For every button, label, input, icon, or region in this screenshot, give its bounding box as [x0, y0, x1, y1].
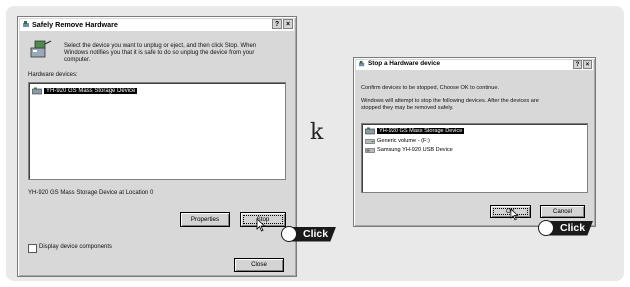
help-button[interactable]: ?: [272, 19, 282, 29]
title-bar: Stop a Hardware device ? ×: [356, 60, 593, 70]
storage-device-icon: [365, 127, 375, 134]
safely-remove-hardware-dialog: Safely Remove Hardware ? × Select the de…: [17, 16, 297, 277]
drive-icon: [365, 138, 375, 144]
mouse-cursor-icon: [256, 218, 266, 232]
properties-button[interactable]: Properties: [180, 212, 230, 227]
attempt-line-2: stopped they may be removed safely.: [361, 105, 454, 111]
list-item[interactable]: YH-920 GS Mass Storage Device: [32, 86, 138, 95]
instruction-line-2: Windows notifies you that it is safe to …: [64, 50, 255, 56]
devices-to-stop-list[interactable]: YH-920 GS Mass Storage Device Generic vo…: [361, 123, 588, 193]
click-ring-icon: [281, 226, 297, 242]
title-bar: Safely Remove Hardware ? ×: [20, 19, 294, 31]
click-callout-left: Click: [281, 226, 337, 242]
properties-button-label: Properties: [190, 216, 220, 223]
list-item[interactable]: YH-920 GS Mass Storage Device: [365, 126, 465, 135]
hardware-devices-list[interactable]: YH-920 GS Mass Storage Device: [28, 82, 286, 180]
hardware-icon: [23, 21, 29, 27]
storage-device-icon: [32, 87, 42, 94]
device-name: YH-920 GS Mass Storage Device: [44, 87, 138, 94]
click-callout-right: Click: [538, 220, 594, 236]
display-components-label: Display device components: [39, 244, 113, 250]
plug-device-icon: [30, 40, 52, 58]
mouse-cursor-icon: [510, 208, 519, 221]
device-name: Samsung YH-920 USB Device: [377, 146, 453, 153]
help-button[interactable]: ?: [573, 60, 582, 69]
list-item[interactable]: Samsung YH-920 USB Device: [365, 145, 453, 154]
list-item[interactable]: Generic volume - (F:): [365, 136, 430, 145]
hardware-icon: [358, 60, 365, 67]
stray-character: k: [310, 120, 324, 145]
instruction-line-3: computer.: [64, 57, 91, 63]
close-button-label: Close: [251, 261, 267, 268]
checkbox[interactable]: [28, 244, 37, 253]
close-window-button[interactable]: ×: [283, 19, 293, 29]
confirm-text: Confirm devices to be stopped, Choose OK…: [361, 85, 500, 91]
device-name: Generic volume - (F:): [377, 137, 430, 144]
click-ring-icon: [538, 220, 554, 236]
device-name: YH-920 GS Mass Storage Device: [377, 127, 465, 134]
close-button[interactable]: Close: [234, 258, 284, 272]
hardware-devices-label: Hardware devices:: [28, 72, 78, 78]
dialog-title: Stop a Hardware device: [368, 60, 441, 67]
usb-device-icon: [365, 147, 375, 153]
dialog-title: Safely Remove Hardware: [32, 20, 118, 29]
close-window-button[interactable]: ×: [583, 60, 592, 69]
stop-hardware-device-dialog: Stop a Hardware device ? × Confirm devic…: [353, 57, 596, 227]
cancel-button[interactable]: Cancel: [540, 205, 585, 218]
device-location-text: YH-920 GS Mass Storage Device at Locatio…: [28, 190, 154, 196]
cancel-button-label: Cancel: [552, 208, 573, 215]
